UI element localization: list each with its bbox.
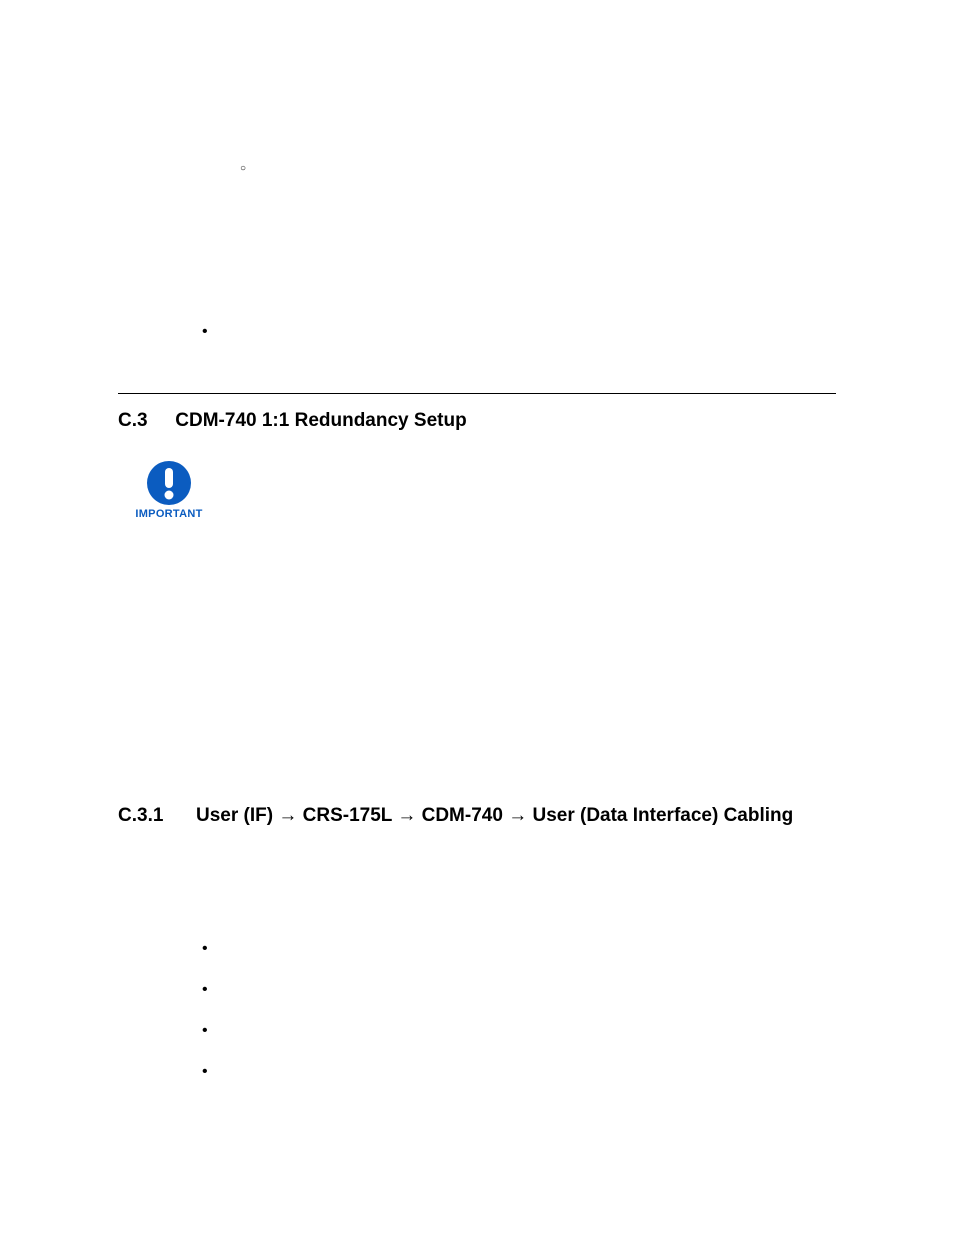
main-bullet-text: Modem HTTP (Web Server) Interface – See … — [216, 323, 816, 365]
cable-item-text: Two (2X) data cables for the Modems ↔ Us… — [228, 1063, 836, 1105]
header-left-1: CRS-170A L-Band 1:1 Redundancy Switch — [118, 80, 365, 95]
footer-divider — [118, 1132, 836, 1133]
page-header-2: Appendix C MN/CRS170A.IOM — [118, 97, 836, 112]
bullet-icon: • — [202, 981, 240, 1002]
page-footer: C–3 — [0, 1132, 954, 1159]
subsection-number: C.3.1 — [118, 805, 196, 827]
arrow-icon: → — [397, 805, 416, 826]
subsection-title-part: CRS-175L — [297, 805, 397, 826]
cable-item-text: Two (2X) IF cables for the User ↔ CRS-17… — [240, 1022, 730, 1043]
bullet-icon: • — [202, 323, 212, 341]
bullet-icon: • — [202, 940, 240, 961]
important-list: • Chapter 4. MODEM AND SWITCH REDUNDANCY… — [232, 490, 836, 628]
cable-list-item: • Two (2X) control cables for the CRS-17… — [202, 940, 836, 961]
bullet-icon: • — [232, 490, 258, 512]
section-heading: C.3 CDM-740 1:1 Redundancy Setup — [118, 410, 836, 432]
cable-list-item: • Two (2X) IF cables for the User ↔ CRS-… — [202, 1022, 836, 1043]
arrow-icon: → — [508, 805, 527, 826]
important-lead: See the following sections for detailed … — [232, 462, 836, 484]
section-divider — [118, 393, 836, 394]
cable-list: • Two (2X) control cables for the CRS-17… — [202, 940, 836, 1105]
cable-list-item: • Two (2X) data cables for the Modems ↔ … — [202, 1063, 836, 1105]
page-number: C–3 — [118, 1143, 836, 1159]
bullet-icon: • — [202, 1063, 228, 1105]
cable-intro-paragraph: Figure C-1 shows the cabling requirement… — [118, 851, 836, 914]
nested-sub-text: When redundancy is set to Enabled, the f… — [253, 160, 813, 223]
header-left-2: Appendix C — [118, 97, 185, 112]
header-right-1: Revision 14 — [768, 80, 836, 95]
important-label: IMPORTANT — [130, 508, 208, 520]
subsection-title-part: User (IF) — [196, 805, 278, 826]
page-header: CRS-170A L-Band 1:1 Redundancy Switch Re… — [118, 80, 836, 95]
bullet-icon: • — [202, 1022, 240, 1043]
important-icon: IMPORTANT — [130, 460, 208, 520]
bullet-icon: • — [232, 526, 258, 570]
important-text-block: See the following sections for detailed … — [232, 460, 836, 642]
important-item-text: Chapter 6. MODEM AND SWITCH DATA CONNECT… — [258, 584, 836, 628]
important-callout: IMPORTANT See the following sections for… — [130, 460, 836, 642]
nested-sub-bullet: ○ When redundancy is set to Enabled, the… — [240, 160, 836, 223]
cable-list-item: • Four (4X) IF cables for the CRS-170A ↔… — [202, 981, 836, 1002]
important-item: • Chapter 6. MODEM AND SWITCH DATA CONNE… — [232, 584, 836, 628]
transition-paragraph: Once the CRS-170A Redundant Modems are i… — [118, 690, 836, 753]
important-item: • Chapter 4. MODEM AND SWITCH REDUNDANCY… — [232, 490, 836, 512]
section-number: C.3 — [118, 410, 170, 432]
arrow-icon: → — [278, 805, 297, 826]
circle-bullet-icon: ○ — [240, 160, 249, 178]
subsection-heading: C.3.1User (IF) → CRS-175L → CDM-740 → Us… — [118, 805, 836, 827]
important-item: • Chapter 5. CABLES AND CONNECTIONS (for… — [232, 526, 836, 570]
header-right-2: MN/CRS170A.IOM — [726, 97, 836, 112]
subsection-title-part: CDM-740 — [416, 805, 508, 826]
subsection-title-part: User (Data Interface) Cabling — [527, 805, 793, 826]
section-title: CDM-740 1:1 Redundancy Setup — [175, 410, 466, 431]
important-item-text: Chapter 4. MODEM AND SWITCH REDUNDANCY C… — [258, 490, 727, 512]
cable-item-text: Four (4X) IF cables for the CRS-170A ↔ M… — [240, 981, 759, 1002]
important-item-text: Chapter 5. CABLES AND CONNECTIONS (for t… — [258, 526, 836, 570]
main-bullet: • Modem HTTP (Web Server) Interface – Se… — [202, 323, 836, 365]
cable-item-text: Two (2X) control cables for the CRS-170A… — [240, 940, 729, 961]
bullet-icon: • — [232, 584, 258, 628]
